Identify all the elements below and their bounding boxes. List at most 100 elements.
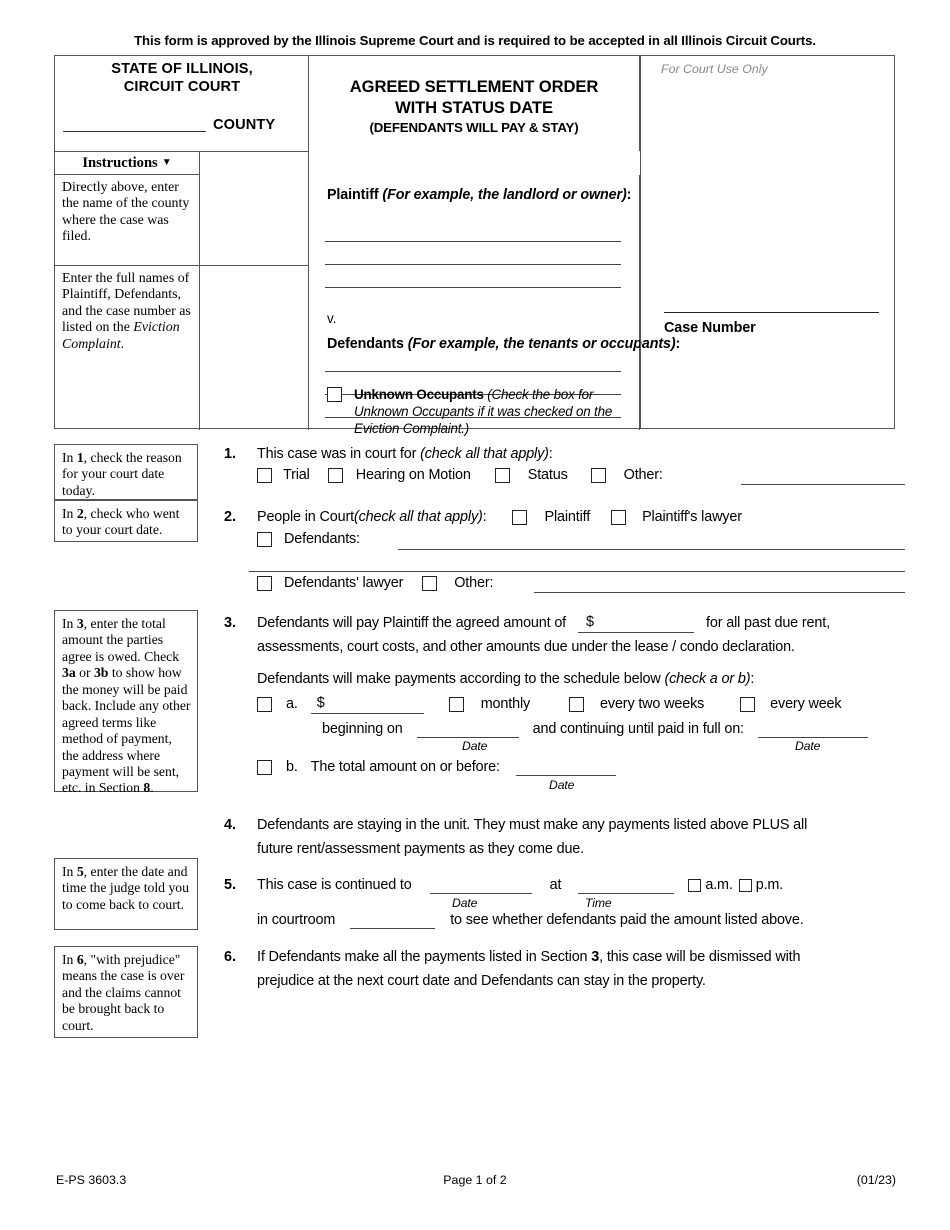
section-1-number: 1.: [224, 446, 237, 462]
am-label: a.m.: [705, 877, 733, 893]
county-row: COUNTY: [63, 114, 303, 134]
option-b-text: The total amount on or before:: [310, 759, 500, 775]
pm-checkbox[interactable]: [738, 878, 752, 892]
court-identification-cell: STATE OF ILLINOIS, CIRCUIT COURT COUNTY: [55, 56, 309, 151]
section-3b-row: b. The total amount on or before:: [257, 759, 616, 776]
section-4-line2: future rent/assessment payments as they …: [257, 841, 585, 857]
continued-date-blank[interactable]: [429, 892, 532, 894]
trial-checkbox[interactable]: [257, 467, 272, 483]
party-block: Plaintiff (For example, the landlord or …: [309, 175, 680, 436]
option-b-label: b.: [286, 759, 298, 775]
hearing-on-motion-checkbox[interactable]: [327, 467, 343, 483]
section-2-hint: (check all that apply): [353, 509, 483, 525]
section-1-options: Trial Hearing on Motion Status Other:: [257, 467, 907, 483]
continued-date-caption: Date: [452, 896, 478, 910]
side-note-2-pre: In: [62, 506, 77, 521]
installment-amount-dollar: $: [316, 695, 325, 711]
side-note-6: In 6, "with prejudice" means the case is…: [54, 946, 198, 1038]
other-reason-label: Other:: [623, 467, 663, 483]
option-a-checkbox[interactable]: [257, 696, 272, 712]
continued-to-label: This case is continued to: [257, 877, 412, 893]
plaintiff-label: Plaintiff (For example, the landlord or …: [327, 187, 631, 203]
section-1-heading: This case was in court for (check all th…: [257, 446, 553, 462]
plaintiff-name-line-3[interactable]: [325, 287, 621, 288]
paid-in-full-date-blank[interactable]: [757, 736, 868, 738]
plaintiff-present-checkbox[interactable]: [511, 509, 527, 525]
total-amount-date-blank[interactable]: [515, 774, 616, 776]
form-title-line1: AGREED SETTLEMENT ORDER: [349, 77, 599, 97]
option-b-checkbox[interactable]: [257, 759, 272, 775]
other-reason-checkbox[interactable]: [590, 467, 606, 483]
defendant-name-line-1[interactable]: [325, 371, 621, 372]
agreed-amount-dollar: $: [586, 614, 594, 630]
revision-date: (01/23): [856, 1173, 896, 1187]
beginning-date-blank[interactable]: [416, 736, 519, 738]
section-1-colon: :: [548, 446, 553, 462]
option-a-label: a.: [286, 696, 298, 712]
chevron-down-icon: ▼: [161, 156, 172, 168]
instruction-note-county: Directly above, enter the name of the co…: [55, 175, 200, 266]
defendants-names-input-blank-1[interactable]: [398, 549, 905, 550]
trial-label: Trial: [283, 467, 310, 483]
continuing-label: and continuing until paid in full on:: [532, 721, 744, 737]
section-2-heading: People in Court (check all that apply): …: [257, 509, 907, 525]
section-3-line1: Defendants will pay Plaintiff the agreed…: [257, 614, 830, 633]
section-2-colon: :: [482, 509, 487, 525]
defendants-present-checkbox[interactable]: [257, 531, 272, 547]
beginning-date-caption: Date: [462, 739, 488, 753]
side-note-2-num: 2: [76, 506, 84, 521]
county-label: COUNTY: [213, 117, 276, 134]
unknown-occupants-checkbox[interactable]: [327, 387, 342, 402]
section-4-line1: Defendants are staying in the unit. They…: [257, 817, 808, 833]
section-3-line3-colon: :: [750, 671, 755, 687]
instructions-header[interactable]: Instructions ▼: [55, 151, 200, 175]
other-person-input-blank[interactable]: [534, 592, 905, 593]
section-6-line2: prejudice at the next court date and Def…: [257, 973, 706, 989]
section-5-line2-suffix: to see whether defendants paid the amoun…: [450, 912, 804, 928]
court-name: CIRCUIT COURT: [123, 79, 241, 95]
defendants-lawyer-label: Defendants' lawyer: [284, 575, 404, 591]
plaintiff-lawyer-checkbox[interactable]: [611, 509, 627, 525]
section-5-line2: in courtroom to see whether defendants p…: [257, 912, 804, 929]
section-3-number: 3.: [224, 615, 237, 631]
unknown-occupants-row: Unknown Occupants (Check the box for Unk…: [327, 387, 637, 438]
county-input-blank[interactable]: [63, 114, 206, 132]
caption-table: STATE OF ILLINOIS, CIRCUIT COURT COUNTY …: [54, 55, 895, 436]
other-reason-input-blank[interactable]: [741, 484, 905, 485]
defendants-names-input-blank-2[interactable]: [249, 571, 905, 572]
am-checkbox[interactable]: [688, 878, 702, 892]
status-checkbox[interactable]: [494, 467, 510, 483]
defendants-present-label: Defendants:: [284, 531, 360, 547]
paid-in-full-date-caption: Date: [795, 739, 821, 753]
instruction-filler-b: [200, 266, 309, 430]
section-3-line2: assessments, court costs, and other amou…: [257, 639, 795, 655]
section-3-line3: Defendants will make payments according …: [257, 671, 754, 687]
pm-label: p.m.: [755, 877, 784, 893]
monthly-label: monthly: [480, 696, 531, 712]
defendants-lawyer-checkbox[interactable]: [257, 575, 272, 591]
plaintiff-name-line-2[interactable]: [325, 264, 621, 265]
form-title-subtitle: (DEFENDANTS WILL PAY & STAY): [369, 119, 579, 135]
side-note-3-b: 3: [76, 616, 84, 631]
unknown-occupants-text: Unknown Occupants (Check the box for Unk…: [354, 387, 637, 438]
status-label: Status: [527, 467, 568, 483]
courtroom-number-blank[interactable]: [350, 927, 436, 929]
beginning-on-label: beginning on: [322, 721, 403, 737]
plaintiff-example-text: (For example, the landlord or owner): [378, 187, 627, 203]
case-number-blank[interactable]: [664, 311, 879, 313]
side-note-3: In 3, enter the total amount the parties…: [54, 610, 198, 795]
monthly-checkbox[interactable]: [448, 696, 464, 712]
case-number-field[interactable]: Case Number: [664, 311, 879, 336]
section-3-line1-suffix: for all past due rent,: [706, 615, 830, 631]
every-two-weeks-checkbox[interactable]: [569, 696, 585, 712]
every-week-checkbox[interactable]: [740, 696, 756, 712]
other-person-checkbox[interactable]: [422, 575, 438, 591]
installment-amount-blank[interactable]: [310, 713, 424, 714]
plaintiff-name-line-1[interactable]: [325, 241, 621, 242]
continued-time-blank[interactable]: [578, 892, 675, 894]
agreed-amount-blank[interactable]: [578, 632, 695, 633]
instruction-note-parties-text3: .: [120, 336, 125, 352]
section-1-hint: (check all that apply): [420, 446, 549, 462]
defendants-label-text: Defendants: [327, 336, 404, 352]
side-note-1-num: 1: [76, 450, 84, 465]
